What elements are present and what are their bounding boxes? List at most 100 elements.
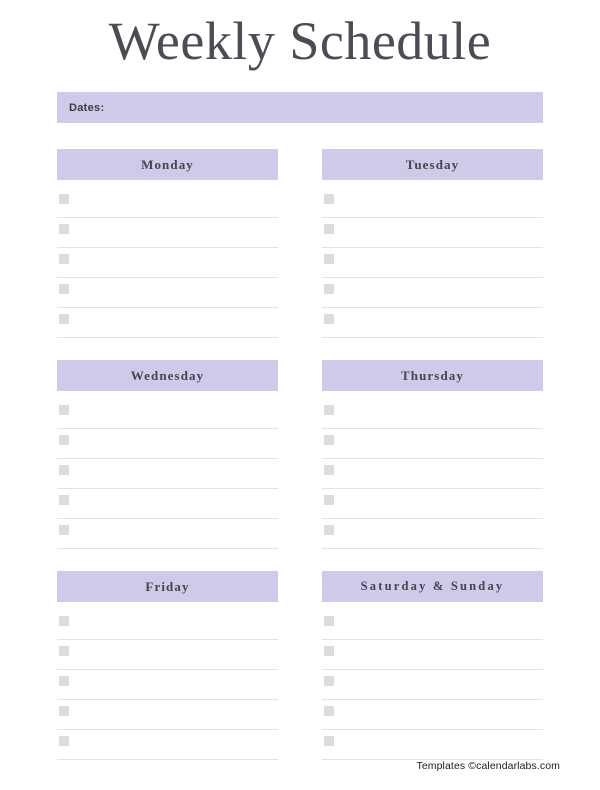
task-text[interactable]	[340, 278, 543, 307]
task-row	[57, 730, 278, 760]
task-row-list	[322, 391, 543, 549]
checkbox-icon[interactable]	[59, 495, 69, 505]
checkbox-icon[interactable]	[324, 646, 334, 656]
task-row	[57, 399, 278, 429]
checkbox-icon[interactable]	[324, 314, 334, 324]
task-text[interactable]	[340, 640, 543, 669]
day-block: Monday	[57, 149, 278, 338]
task-text[interactable]	[340, 308, 543, 337]
task-text[interactable]	[340, 248, 543, 277]
checkbox-icon[interactable]	[59, 465, 69, 475]
checkbox-icon[interactable]	[59, 706, 69, 716]
day-header-wednesday: Wednesday	[57, 360, 278, 391]
checkbox-icon[interactable]	[324, 435, 334, 445]
task-row-list	[57, 391, 278, 549]
task-text[interactable]	[75, 730, 278, 759]
task-text[interactable]	[340, 429, 543, 458]
checkbox-icon[interactable]	[324, 706, 334, 716]
day-block: Saturday & Sunday	[322, 571, 543, 760]
task-text[interactable]	[340, 459, 543, 488]
task-row-list	[322, 602, 543, 760]
task-row	[57, 519, 278, 549]
dates-label: Dates:	[69, 101, 105, 114]
day-block: Thursday	[322, 360, 543, 549]
checkbox-icon[interactable]	[59, 435, 69, 445]
task-text[interactable]	[75, 640, 278, 669]
checkbox-icon[interactable]	[59, 676, 69, 686]
checkbox-icon[interactable]	[59, 646, 69, 656]
task-text[interactable]	[340, 670, 543, 699]
task-row	[57, 670, 278, 700]
task-row-list	[57, 180, 278, 338]
checkbox-icon[interactable]	[324, 194, 334, 204]
dates-field[interactable]: Dates:	[57, 92, 543, 123]
task-text[interactable]	[75, 429, 278, 458]
checkbox-icon[interactable]	[324, 284, 334, 294]
task-text[interactable]	[340, 610, 543, 639]
checkbox-icon[interactable]	[324, 405, 334, 415]
footer-credit: Templates ©calendarlabs.com	[416, 760, 560, 772]
task-row-list	[57, 602, 278, 760]
task-text[interactable]	[340, 218, 543, 247]
checkbox-icon[interactable]	[324, 616, 334, 626]
task-text[interactable]	[75, 459, 278, 488]
checkbox-icon[interactable]	[59, 224, 69, 234]
task-row	[322, 308, 543, 338]
checkbox-icon[interactable]	[59, 314, 69, 324]
day-blocks-grid: Monday Tuesday Wednesday Thursday Friday Satu…	[57, 149, 543, 782]
task-text[interactable]	[75, 610, 278, 639]
task-row	[57, 700, 278, 730]
checkbox-icon[interactable]	[59, 736, 69, 746]
task-row	[322, 218, 543, 248]
checkbox-icon[interactable]	[324, 736, 334, 746]
task-text[interactable]	[75, 700, 278, 729]
day-block: Tuesday	[322, 149, 543, 338]
task-row	[57, 610, 278, 640]
day-header-tuesday: Tuesday	[322, 149, 543, 180]
task-row	[322, 610, 543, 640]
checkbox-icon[interactable]	[324, 254, 334, 264]
task-row	[57, 248, 278, 278]
checkbox-icon[interactable]	[59, 254, 69, 264]
task-row	[57, 489, 278, 519]
checkbox-icon[interactable]	[324, 495, 334, 505]
checkbox-icon[interactable]	[59, 194, 69, 204]
day-header-saturday-sunday: Saturday & Sunday	[322, 571, 543, 602]
day-header-thursday: Thursday	[322, 360, 543, 391]
task-text[interactable]	[75, 670, 278, 699]
task-text[interactable]	[340, 700, 543, 729]
checkbox-icon[interactable]	[59, 284, 69, 294]
task-row	[322, 188, 543, 218]
checkbox-icon[interactable]	[59, 405, 69, 415]
task-row	[322, 248, 543, 278]
task-text[interactable]	[75, 399, 278, 428]
task-text[interactable]	[75, 248, 278, 277]
task-text[interactable]	[340, 188, 543, 217]
task-text[interactable]	[75, 308, 278, 337]
task-row	[57, 640, 278, 670]
task-text[interactable]	[75, 278, 278, 307]
task-row	[57, 459, 278, 489]
checkbox-icon[interactable]	[324, 224, 334, 234]
task-text[interactable]	[340, 730, 543, 759]
checkbox-icon[interactable]	[324, 525, 334, 535]
task-text[interactable]	[340, 489, 543, 518]
task-text[interactable]	[340, 519, 543, 548]
checkbox-icon[interactable]	[59, 616, 69, 626]
checkbox-icon[interactable]	[59, 525, 69, 535]
checkbox-icon[interactable]	[324, 676, 334, 686]
task-text[interactable]	[340, 399, 543, 428]
weekly-schedule-page: Weekly Schedule Dates: Monday Tuesday Wedn…	[0, 0, 600, 790]
task-text[interactable]	[75, 188, 278, 217]
task-text[interactable]	[75, 519, 278, 548]
task-row	[322, 519, 543, 549]
day-header-friday: Friday	[57, 571, 278, 602]
task-text[interactable]	[75, 218, 278, 247]
checkbox-icon[interactable]	[324, 465, 334, 475]
day-block: Wednesday	[57, 360, 278, 549]
task-row	[57, 218, 278, 248]
task-row	[322, 429, 543, 459]
task-row	[322, 459, 543, 489]
task-row	[57, 188, 278, 218]
task-text[interactable]	[75, 489, 278, 518]
